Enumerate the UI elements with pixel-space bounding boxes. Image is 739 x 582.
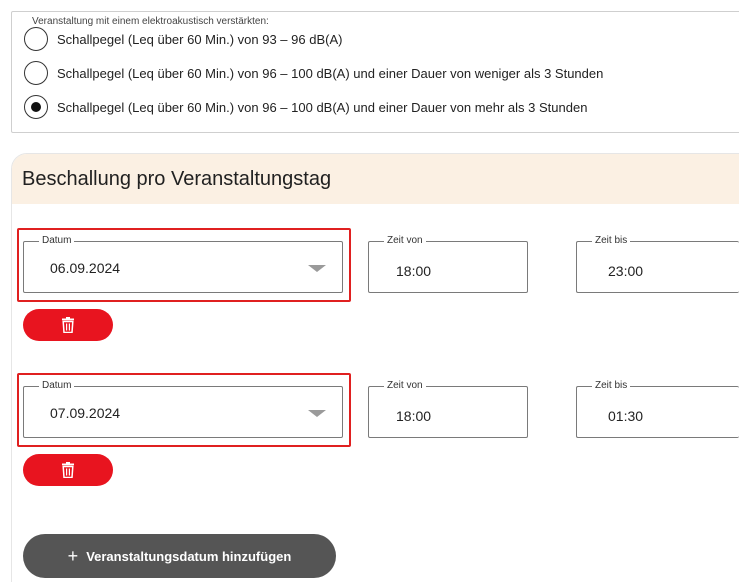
- time-from-value: 18:00: [396, 263, 432, 279]
- time-to-label: Zeit bis: [592, 235, 631, 247]
- delete-entry-button[interactable]: [23, 454, 113, 486]
- radio-option-96-100-long[interactable]: Schallpegel (Leq über 60 Min.) von 96 – …: [24, 95, 587, 119]
- date-select[interactable]: Datum 07.09.2024: [23, 380, 343, 438]
- plus-icon: +: [67, 546, 79, 566]
- sound-per-day-section: Beschallung pro Veranstaltungstag: [11, 153, 739, 582]
- time-to-label: Zeit bis: [592, 380, 631, 392]
- radio-button-icon[interactable]: [24, 61, 48, 85]
- add-event-date-button[interactable]: + Veranstaltungsdatum hinzufügen: [23, 534, 336, 578]
- date-label: Datum: [39, 380, 75, 392]
- radio-option-label: Schallpegel (Leq über 60 Min.) von 93 – …: [57, 31, 343, 47]
- time-to-value: 23:00: [608, 263, 644, 279]
- radio-button-icon[interactable]: [24, 27, 48, 51]
- date-label: Datum: [39, 235, 75, 247]
- chevron-down-icon[interactable]: [308, 265, 326, 272]
- time-to-value: 01:30: [608, 408, 644, 424]
- date-select[interactable]: Datum 06.09.2024: [23, 235, 343, 293]
- date-value: 06.09.2024: [50, 260, 121, 276]
- radio-option-label: Schallpegel (Leq über 60 Min.) von 96 – …: [57, 99, 588, 115]
- time-to-input[interactable]: Zeit bis 01:30: [576, 380, 739, 438]
- trash-icon: [62, 317, 74, 333]
- radio-option-label: Schallpegel (Leq über 60 Min.) von 96 – …: [57, 65, 604, 81]
- radio-option-93-96[interactable]: Schallpegel (Leq über 60 Min.) von 93 – …: [24, 27, 342, 51]
- date-value: 07.09.2024: [50, 405, 121, 421]
- delete-entry-button[interactable]: [23, 309, 113, 341]
- time-from-label: Zeit von: [384, 380, 426, 392]
- time-from-input[interactable]: Zeit von 18:00: [368, 235, 528, 293]
- chevron-down-icon[interactable]: [308, 410, 326, 417]
- time-to-input[interactable]: Zeit bis 23:00: [576, 235, 739, 293]
- time-from-label: Zeit von: [384, 235, 426, 247]
- time-from-value: 18:00: [396, 408, 432, 424]
- section-header: Beschallung pro Veranstaltungstag: [12, 154, 739, 204]
- section-title: Beschallung pro Veranstaltungstag: [22, 167, 332, 190]
- trash-icon: [62, 462, 74, 478]
- radio-button-checked-icon[interactable]: [24, 95, 48, 119]
- add-event-date-label: Veranstaltungsdatum hinzufügen: [86, 548, 292, 564]
- fieldset-legend: Veranstaltung mit einem elektroakustisch…: [29, 16, 272, 27]
- time-from-input[interactable]: Zeit von 18:00: [368, 380, 528, 438]
- radio-option-96-100-short[interactable]: Schallpegel (Leq über 60 Min.) von 96 – …: [24, 61, 603, 85]
